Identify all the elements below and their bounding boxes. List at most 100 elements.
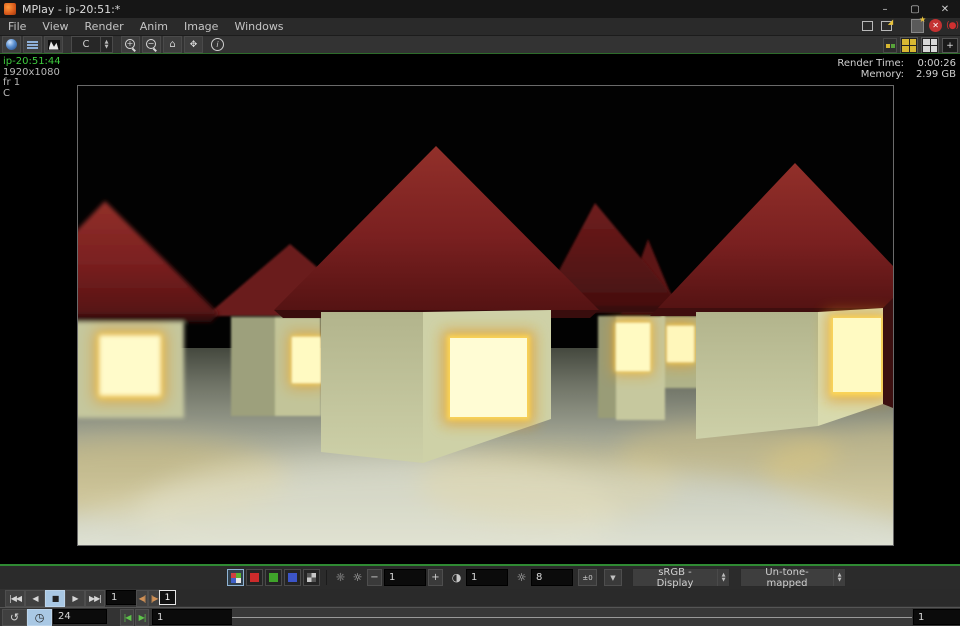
gamma-increment-button[interactable]: +	[428, 569, 443, 586]
channel-rgba-button[interactable]	[227, 569, 244, 586]
spacer	[898, 19, 906, 32]
zoom-out-button[interactable]: −	[142, 36, 161, 53]
channel-red-button[interactable]	[246, 569, 263, 586]
colorspace-select[interactable]: sRGB - Display ▲▼	[632, 568, 730, 587]
fps-input[interactable]	[53, 609, 107, 624]
step-back-button[interactable]: ◀|	[136, 590, 148, 607]
home-icon: ⌂	[169, 39, 175, 50]
tonemap-spinner[interactable]: ▲▼	[833, 569, 845, 586]
menu-file[interactable]: File	[0, 18, 34, 35]
go-to-last-frame-button[interactable]: ▶▶|	[85, 590, 105, 607]
tile-layout-active-icon[interactable]	[900, 37, 918, 54]
zoom-out-icon: −	[146, 39, 157, 50]
title-bar: MPlay - ip-20:51:* – ▢ ✕	[0, 0, 960, 18]
gamma-decrement-button[interactable]: −	[367, 569, 382, 586]
timeline-ruler[interactable]	[232, 608, 912, 626]
minimize-button[interactable]: –	[870, 0, 900, 18]
fit-view-button[interactable]: ✥	[184, 36, 203, 53]
memory-label: Memory:	[861, 69, 904, 80]
correction-menu-button[interactable]: ▼	[604, 569, 622, 586]
frame-indicator: fr 1	[3, 78, 61, 89]
whitepoint-input[interactable]	[531, 569, 573, 586]
session-name: ip-20:51:44	[3, 57, 61, 68]
fit-icon: ✥	[190, 40, 198, 50]
blue-channel-icon	[288, 573, 297, 582]
play-forward-button[interactable]: ▶	[65, 590, 85, 607]
render-sphere-icon	[6, 39, 17, 50]
render-time-value: 0:00:26	[910, 58, 956, 69]
menu-anim[interactable]: Anim	[132, 18, 176, 35]
info-icon: i	[211, 38, 224, 51]
lut-button[interactable]: ±0	[578, 569, 597, 586]
current-frame-input[interactable]	[106, 590, 138, 605]
colorspace-spinner[interactable]: ▲▼	[717, 569, 729, 586]
timeline-track[interactable]	[160, 589, 960, 606]
histogram-icon	[48, 40, 60, 50]
loop-mode-button[interactable]: ↺	[2, 609, 27, 626]
contrast-input[interactable]	[466, 569, 508, 586]
realtime-playback-button[interactable]: ◷	[27, 609, 52, 626]
go-to-first-frame-button[interactable]: |◀◀	[5, 590, 25, 607]
color-correct-icon[interactable]: ❋	[333, 570, 348, 585]
channel-layers-button[interactable]	[23, 36, 42, 53]
channel-blue-button[interactable]	[284, 569, 301, 586]
alpha-channel-icon	[307, 573, 316, 582]
window-title: MPlay - ip-20:51:*	[22, 3, 120, 16]
image-info-overlay: ip-20:51:44 1920x1080 fr 1 C	[3, 57, 61, 99]
channel-alpha-button[interactable]	[303, 569, 320, 586]
channel-dropdown[interactable]: C ▲▼	[71, 36, 113, 53]
detach-pane-icon[interactable]	[860, 19, 875, 32]
delete-render-icon[interactable]: ✕	[929, 19, 942, 32]
record-icon[interactable]: (●)	[946, 21, 958, 31]
menu-render[interactable]: Render	[77, 18, 132, 35]
mplay-app-icon	[4, 3, 16, 15]
zoom-in-button[interactable]: +	[121, 36, 140, 53]
mplay-window: MPlay - ip-20:51:* – ▢ ✕ File View Rende…	[0, 0, 960, 626]
divider	[326, 570, 327, 585]
red-channel-icon	[250, 573, 259, 582]
playbar-transport-row: |◀◀ ◀ ■ ▶ ▶▶| ◀| |▶ 1	[0, 589, 960, 608]
stop-button[interactable]: ■	[45, 590, 65, 607]
range-end-input[interactable]	[913, 609, 960, 625]
menu-image[interactable]: Image	[176, 18, 226, 35]
layers-icon	[27, 41, 38, 49]
histogram-button[interactable]	[44, 36, 63, 53]
rgba-quad-icon	[231, 573, 241, 583]
sequence-layout-icon[interactable]	[883, 38, 897, 53]
close-button[interactable]: ✕	[930, 0, 960, 18]
channel-spinner[interactable]: ▲▼	[100, 37, 112, 52]
range-start-jump-button[interactable]: |◀	[120, 609, 134, 626]
colorspace-value: sRGB - Display	[633, 567, 717, 589]
render-time-label: Render Time:	[837, 58, 904, 69]
tile-layout-icon[interactable]	[921, 37, 939, 54]
gamma-input[interactable]	[384, 569, 426, 586]
view-toolbar: C ▲▼ + − ⌂ ✥ i	[0, 36, 960, 53]
whitepoint-icon[interactable]: ☼	[514, 570, 529, 585]
rendered-image[interactable]	[78, 86, 893, 545]
current-frame-marker[interactable]: 1	[159, 590, 176, 605]
contrast-icon[interactable]: ◑	[449, 570, 464, 585]
add-tile-icon[interactable]: +	[942, 38, 958, 53]
playbar-range-row: ↺ ◷ |◀ ▶|	[0, 608, 960, 626]
plane-indicator: C	[3, 89, 61, 100]
menu-windows[interactable]: Windows	[226, 18, 291, 35]
info-button[interactable]: i	[209, 37, 226, 52]
menu-bar: File View Render Anim Image Windows	[0, 18, 960, 36]
channel-value: C	[72, 39, 100, 50]
render-stats-overlay: Render Time: 0:00:26 Memory: 2.99 GB	[837, 58, 956, 80]
play-backward-button[interactable]: ◀	[25, 590, 45, 607]
snapshot-icon[interactable]: ★	[910, 19, 925, 32]
display-correction-bar: ❋ ☼ − + ◑ ☼ ±0 ▼ sRGB - Display ▲▼ Un-to…	[0, 566, 960, 589]
zoom-in-icon: +	[125, 39, 136, 50]
memory-value: 2.99 GB	[910, 69, 956, 80]
tonemap-select[interactable]: Un-tone-mapped ▲▼	[740, 568, 846, 587]
channel-green-button[interactable]	[265, 569, 282, 586]
home-view-button[interactable]: ⌂	[163, 36, 182, 53]
tonemap-value: Un-tone-mapped	[741, 567, 833, 589]
image-view-button[interactable]	[2, 36, 21, 53]
range-end-jump-button[interactable]: ▶|	[135, 609, 149, 626]
menu-view[interactable]: View	[34, 18, 76, 35]
edit-pane-icon[interactable]: ◢	[879, 19, 894, 32]
range-start-input[interactable]	[152, 609, 234, 625]
brightness-icon[interactable]: ☼	[350, 570, 365, 585]
